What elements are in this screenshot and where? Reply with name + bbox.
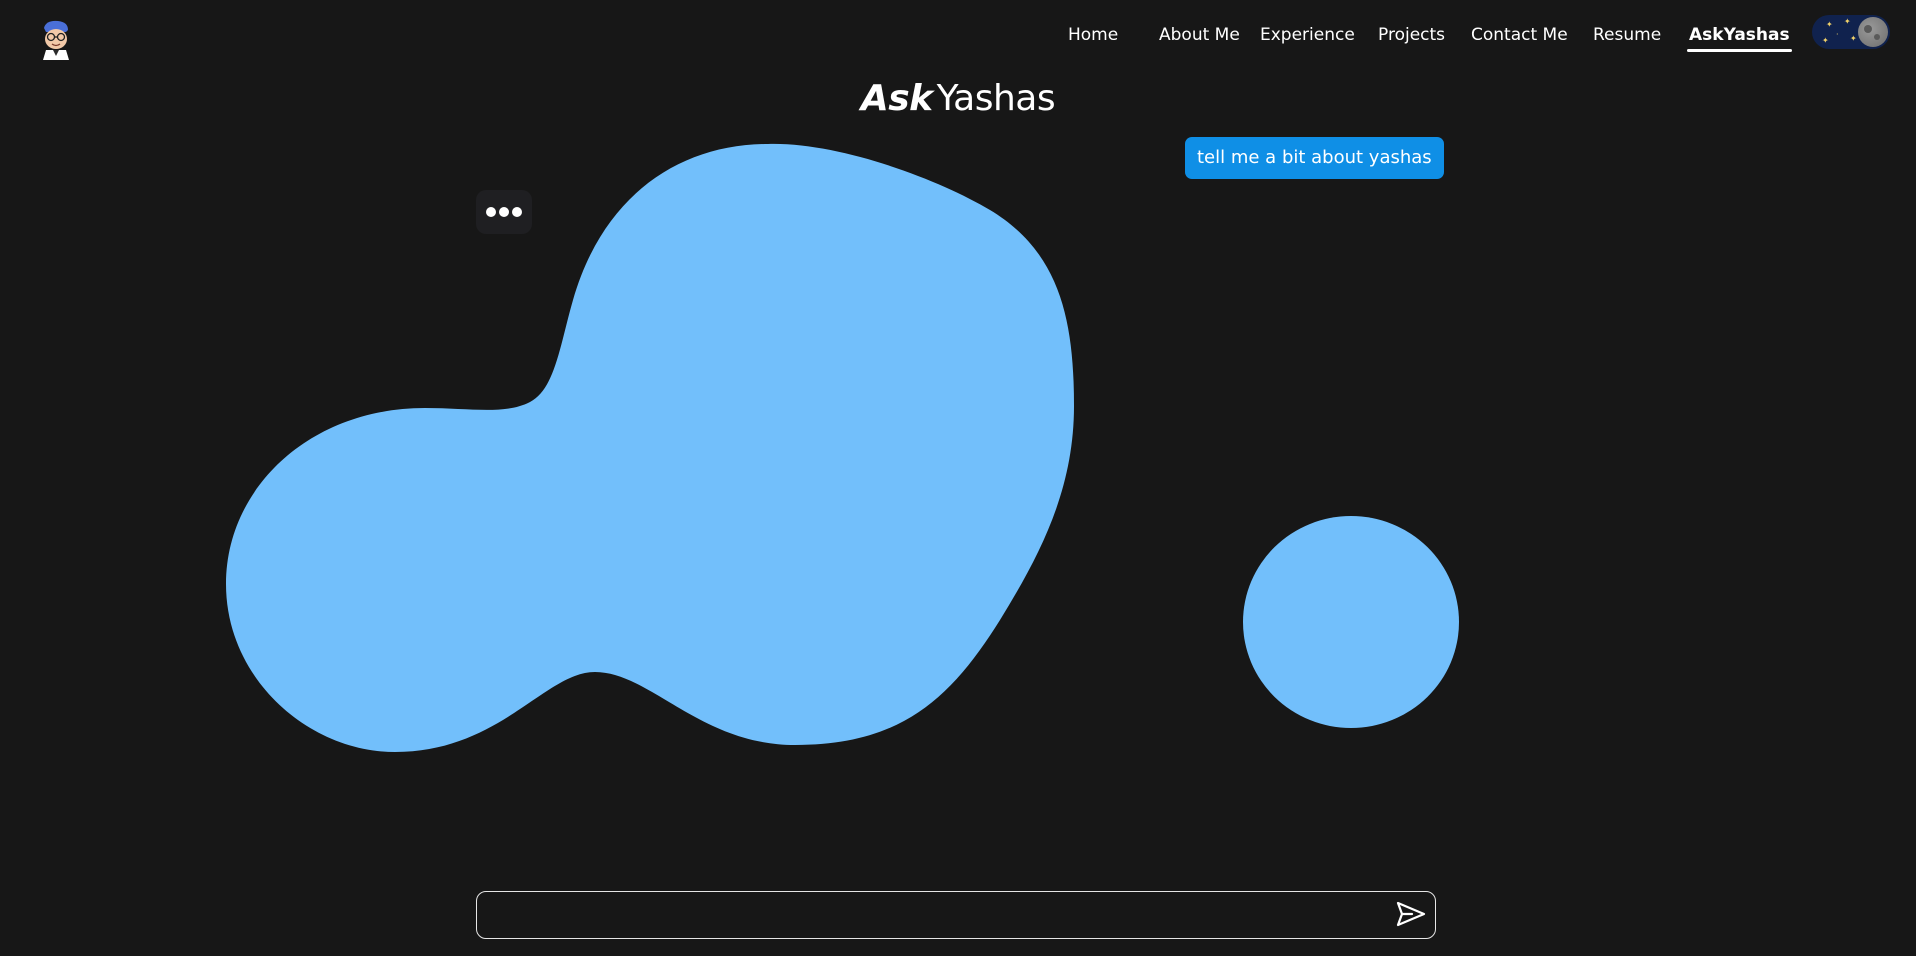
chat-input-box — [476, 891, 1436, 940]
user-message-bubble: tell me a bit about yashas — [1185, 137, 1444, 179]
decorative-circle — [1243, 516, 1459, 728]
send-button[interactable] — [1395, 900, 1427, 930]
decorative-blob — [226, 143, 1074, 752]
loading-dot — [512, 207, 522, 217]
chat-input[interactable] — [491, 892, 1375, 940]
loading-dot — [499, 207, 509, 217]
ask-yashas-page: Home About Me Experience Projects Contac… — [0, 0, 1916, 956]
typing-indicator — [476, 190, 532, 234]
loading-dot — [486, 207, 496, 217]
send-icon — [1396, 901, 1426, 927]
